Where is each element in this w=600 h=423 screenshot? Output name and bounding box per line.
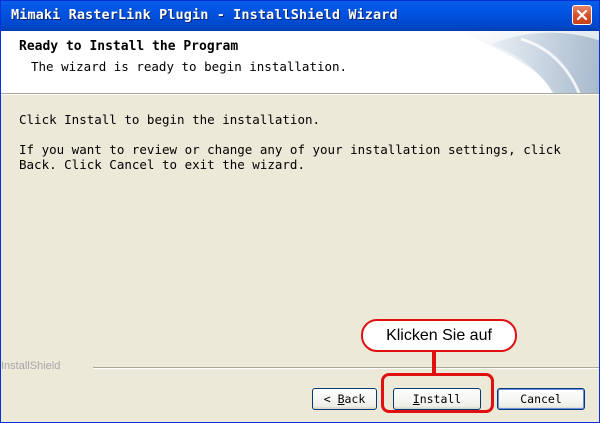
installshield-wizard-window: Mimaki RasterLink Plugin - InstallShield… xyxy=(0,0,600,423)
wizard-header: Ready to Install the Program The wizard … xyxy=(1,31,599,93)
close-button[interactable] xyxy=(572,5,592,25)
header-title: Ready to Install the Program xyxy=(19,39,239,54)
back-label-accel: B xyxy=(337,392,345,406)
review-text-line1: If you want to review or change any of y… xyxy=(19,142,561,157)
footer-divider xyxy=(93,367,599,369)
callout-connector xyxy=(432,351,436,373)
header-divider xyxy=(1,93,599,95)
back-button[interactable]: < Back xyxy=(312,388,377,410)
cancel-button[interactable]: Cancel xyxy=(497,388,585,410)
wizard-header-graphic xyxy=(461,31,599,93)
header-subtitle: The wizard is ready to begin installatio… xyxy=(31,59,348,74)
callout-label: Klicken Sie auf xyxy=(361,319,517,352)
review-text-line2: Back. Click Cancel to exit the wizard. xyxy=(19,157,305,172)
back-label-rest: ack xyxy=(344,392,366,406)
instruction-text: Click Install to begin the installation. xyxy=(19,112,321,127)
window-title: Mimaki RasterLink Plugin - InstallShield… xyxy=(11,7,398,23)
install-highlight-annotation xyxy=(381,373,494,413)
installshield-brand: InstallShield xyxy=(1,360,61,372)
back-label-prefix: < xyxy=(323,392,338,406)
title-bar[interactable]: Mimaki RasterLink Plugin - InstallShield… xyxy=(1,1,599,31)
